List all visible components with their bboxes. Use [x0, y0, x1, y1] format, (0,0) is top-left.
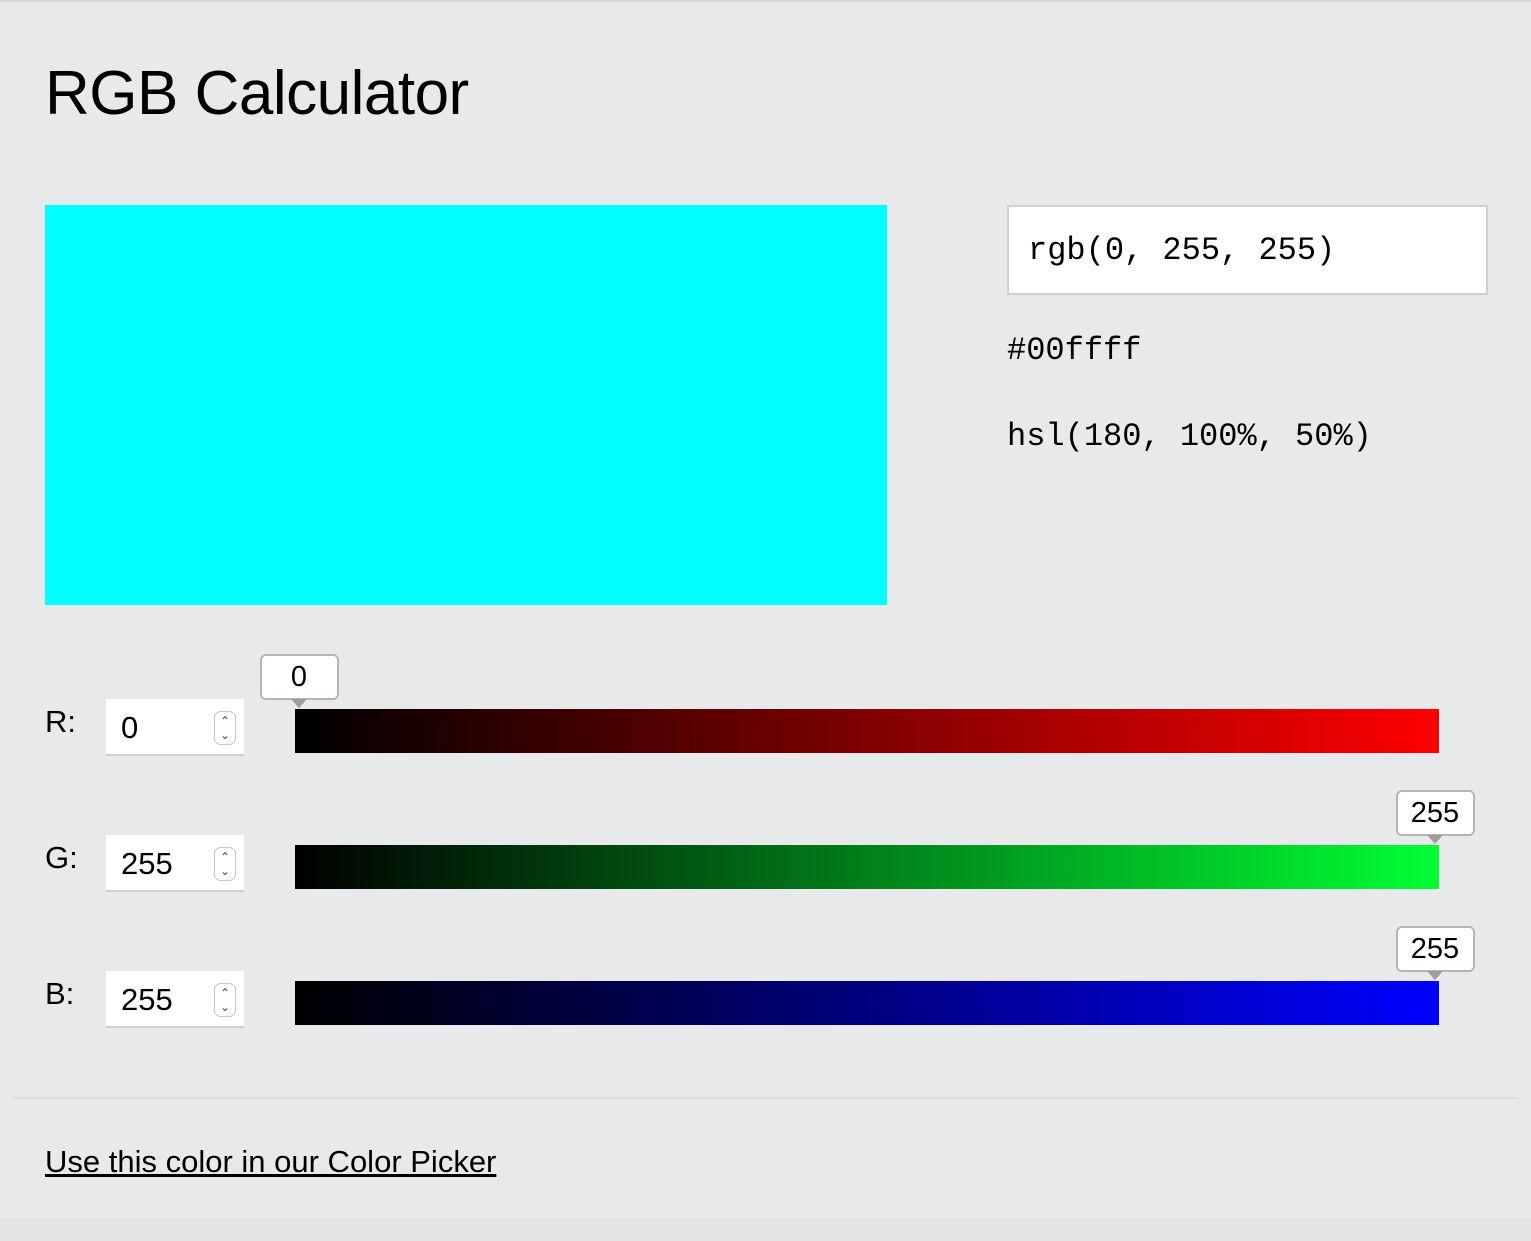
chevron-down-icon[interactable]: ⌄ — [220, 728, 230, 742]
blue-label: B: — [45, 976, 75, 1011]
red-slider-value-bubble: 0 — [259, 654, 339, 700]
page-title: RGB Calculator — [45, 59, 469, 128]
top-border — [0, 0, 1531, 2]
green-number-input[interactable]: 255 ⌃ ⌄ — [106, 835, 244, 892]
green-number-value: 255 — [121, 846, 173, 881]
red-number-value: 0 — [121, 710, 139, 745]
chevron-down-icon[interactable]: ⌄ — [220, 864, 230, 878]
red-slider[interactable] — [295, 709, 1439, 753]
chevron-up-icon[interactable]: ⌃ — [220, 714, 230, 728]
chevron-down-icon[interactable]: ⌄ — [220, 1000, 230, 1014]
color-swatch — [45, 205, 887, 605]
blue-number-input[interactable]: 255 ⌃ ⌄ — [106, 971, 244, 1028]
blue-spinner[interactable]: ⌃ ⌄ — [214, 983, 236, 1017]
green-label: G: — [45, 840, 78, 875]
blue-slider[interactable] — [295, 981, 1439, 1025]
blue-slider-value-bubble: 255 — [1395, 926, 1475, 972]
color-picker-link[interactable]: Use this color in our Color Picker — [45, 1144, 496, 1180]
bottom-strip — [0, 1218, 1531, 1241]
chevron-up-icon[interactable]: ⌃ — [220, 850, 230, 864]
hex-value: #00ffff — [1007, 332, 1142, 369]
red-number-input[interactable]: 0 ⌃ ⌄ — [106, 699, 244, 756]
blue-number-value: 255 — [121, 982, 173, 1017]
green-slider[interactable] — [295, 845, 1439, 889]
red-spinner[interactable]: ⌃ ⌄ — [214, 711, 236, 745]
rgb-value-input[interactable] — [1007, 205, 1488, 295]
green-slider-value-bubble: 255 — [1395, 790, 1475, 836]
chevron-up-icon[interactable]: ⌃ — [220, 986, 230, 1000]
green-spinner[interactable]: ⌃ ⌄ — [214, 847, 236, 881]
red-label: R: — [45, 704, 76, 739]
divider — [13, 1097, 1518, 1099]
hsl-value: hsl(180, 100%, 50%) — [1007, 418, 1372, 455]
